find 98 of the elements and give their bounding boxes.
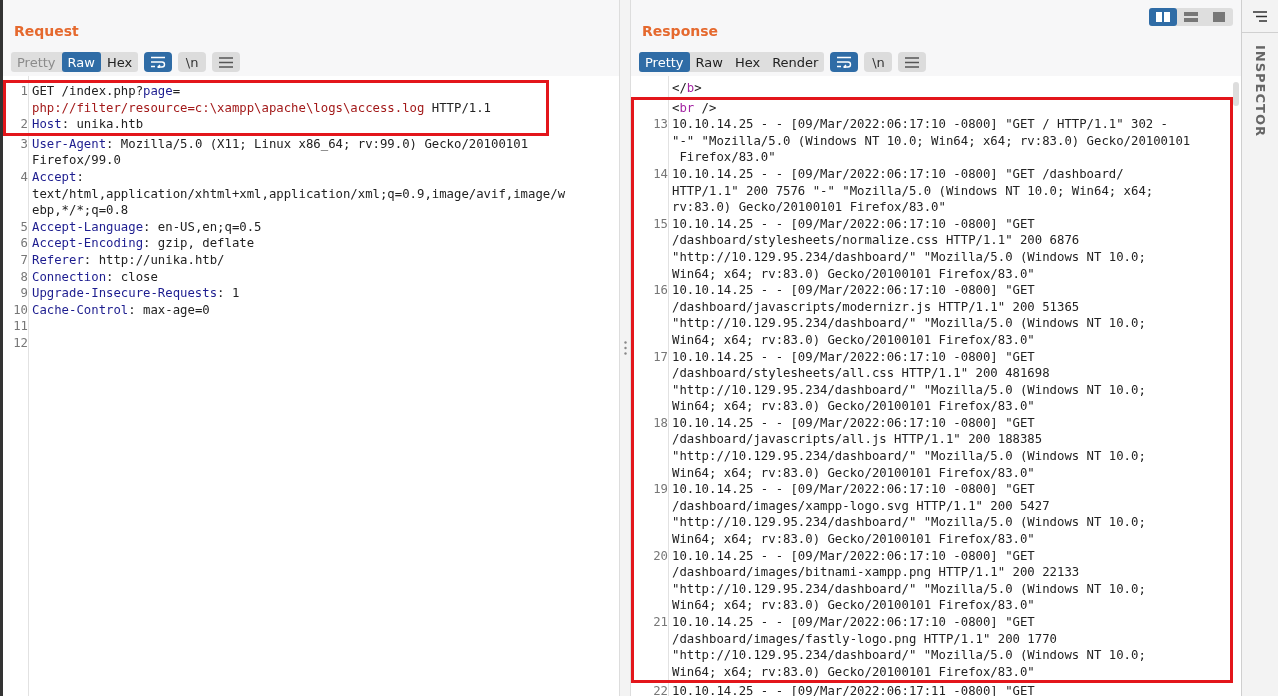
line-number: 3 [19,135,29,153]
view-tab[interactable]: Raw [61,52,101,72]
line-number: 1 [19,83,29,100]
code-line: Firefox/99.0 [31,152,121,169]
code-line: "http://10.129.95.234/dashboard/" "Mozilla/5.0 (Windows NT 10.0; [671,381,1146,399]
code-line: Cache-Control: max-age=0 [31,301,210,319]
layout-button[interactable] [1149,8,1177,26]
line-number: 20 [652,547,669,565]
code-line: Referer: http://unika.htb/ [31,251,225,269]
code-line: Win64; x64; rv:83.0) Gecko/20100101 Firefox/83.0" [671,531,1035,548]
code-line: 10.10.14.25 - - [09/Mar/2022:06:17:10 -0800] "GET [671,614,1035,631]
panel-title: Response [641,23,719,39]
code-line: /dashboard/images/bitnami-xampp.png HTTP/1.1" 200 22133 [671,564,1080,581]
line-number: 2 [19,116,29,133]
menu-button[interactable] [212,52,241,72]
drag-handle-icon[interactable] [623,341,627,355]
code-line: <br /> [671,99,717,117]
line-number: 6 [19,235,29,252]
panel-title: Request [13,23,79,39]
code-line: Firefox/83.0" [678,149,776,166]
menu-icon[interactable] [1253,10,1267,22]
line-number: 10 [12,301,29,319]
view-tab[interactable]: Hex [100,52,139,72]
wrap-button[interactable] [144,52,173,72]
line-number: 21 [652,614,669,631]
code-line: </b> [671,80,702,97]
code-line: "-" "Mozilla/5.0 (Windows NT 10.0; Win64; x64; rv:83.0) Gecko/20100101 [671,132,1191,150]
code-line: GET /index.php?page= [31,83,181,100]
code-line: /dashboard/javascripts/all.js HTTP/1.1" 200 188385 [671,431,1043,449]
code-line: Win64; x64; rv:83.0) Gecko/20100101 Firefox/83.0" [671,331,1035,349]
code-line: 10.10.14.25 - - [09/Mar/2022:06:17:10 -0800] "GET [671,547,1035,565]
code-line: User-Agent: Mozilla/5.0 (X11; Linux x86_64; rv:99.0) Gecko/20100101 [31,135,529,153]
code-line: 10.10.14.25 - - [09/Mar/2022:06:17:10 -0800] "GET [671,414,1035,432]
view-tab[interactable]: Render [766,52,825,72]
line-number: 12 [12,334,29,352]
code-line: 10.10.14.25 - - [09/Mar/2022:06:17:10 -0800] "GET /dashboard/ [671,165,1124,183]
code-line: Win64; x64; rv:83.0) Gecko/20100101 Firefox/83.0" [671,663,1035,681]
code-line: "http://10.129.95.234/dashboard/" "Mozilla/5.0 (Windows NT 10.0; [671,514,1146,532]
line-number: 13 [652,116,669,133]
code-line: Accept-Language: en-US,en;q=0.5 [31,218,262,236]
inspector-tab[interactable]: INSPECTOR [1252,45,1268,137]
line-number: 18 [652,414,669,432]
code-line: /dashboard/images/xampp-logo.svg HTTP/1.1" 200 5427 [671,497,1050,515]
line-number: 17 [652,348,669,366]
code-line: /dashboard/stylesheets/normalize.css HTTP/1.1" 200 6876 [671,232,1080,249]
code-line: 10.10.14.25 - - [09/Mar/2022:06:17:10 -0800] "GET [671,282,1035,299]
menu-icon [219,56,234,68]
wrap-lines-icon [150,56,167,68]
single-pane-icon [1213,12,1225,22]
code-line: Connection: close [31,268,158,286]
menu-icon [905,56,920,68]
code-line: Upgrade-Insecure-Requests: 1 [31,285,240,302]
code-line: HTTP/1.1" 200 7576 "-" "Mozilla/5.0 (Windows NT 10.0; Win64; x64; [671,182,1154,200]
code-line: "http://10.129.95.234/dashboard/" "Mozilla/5.0 (Windows NT 10.0; [671,448,1146,465]
code-line: "http://10.129.95.234/dashboard/" "Mozilla/5.0 (Windows NT 10.0; [671,315,1146,332]
code-line: text/html,application/xhtml+xml,application/xml;q=0.9,image/avif,image/w [31,185,566,203]
code-line: Win64; x64; rv:83.0) Gecko/20100101 Firefox/83.0" [671,464,1035,482]
code-line: "http://10.129.95.234/dashboard/" "Mozilla/5.0 (Windows NT 10.0; [671,580,1146,598]
code-line: /dashboard/images/fastly-logo.png HTTP/1.1" 200 1770 [671,630,1057,648]
line-number: 5 [19,218,29,236]
code-line: Accept-Encoding: gzip, deflate [31,235,255,252]
newline-button[interactable]: \n [178,52,207,72]
code-line: ebp,*/*;q=0.8 [31,202,129,219]
code-line: /dashboard/stylesheets/all.css HTTP/1.1" 200 481698 [671,365,1050,382]
line-number: 9 [19,285,29,302]
view-tab[interactable]: Hex [728,52,767,72]
code-line: 10.10.14.25 - - [09/Mar/2022:06:17:10 -0800] "GET / HTTP/1.1" 302 - [671,116,1169,133]
scrollbar-thumb[interactable] [1233,82,1239,106]
code-line: 10.10.14.25 - - [09/Mar/2022:06:17:10 -0800] "GET [671,348,1035,366]
wrap-lines-icon [836,56,853,68]
code-line: Win64; x64; rv:83.0) Gecko/20100101 Firefox/83.0" [671,265,1035,283]
newline-button[interactable]: \n [864,52,893,72]
code-line: /dashboard/javascripts/modernizr.js HTTP/1.1" 200 51365 [671,298,1080,316]
code-line: Accept: [31,168,84,186]
code-line: "http://10.129.95.234/dashboard/" "Mozilla/5.0 (Windows NT 10.0; [671,248,1146,266]
line-number: 15 [652,215,669,233]
line-number: 7 [19,251,29,269]
wrap-button[interactable] [830,52,859,72]
code-line: Host: unika.htb [31,116,144,133]
line-number: 22 [652,683,669,696]
code-line: Win64; x64; rv:83.0) Gecko/20100101 Firefox/83.0" [671,597,1035,614]
view-tab[interactable]: Pretty [639,52,690,72]
line-number: 19 [652,481,669,498]
columns-icon [1156,12,1170,22]
line-number: 16 [652,282,669,299]
view-tab[interactable]: Raw [689,52,729,72]
code-line: Win64; x64; rv:83.0) Gecko/20100101 Firefox/83.0" [671,398,1035,415]
menu-button[interactable] [898,52,927,72]
code-line: "http://10.129.95.234/dashboard/" "Mozilla/5.0 (Windows NT 10.0; [671,647,1146,664]
code-line: 10.10.14.25 - - [09/Mar/2022:06:17:10 -0800] "GET [671,481,1035,498]
code-line: 10.10.14.25 - - [09/Mar/2022:06:17:10 -0800] "GET [671,215,1035,233]
line-number: 8 [19,268,29,286]
code-line: rv:83.0) Gecko/20100101 Firefox/83.0" [671,199,946,216]
rows-icon [1184,12,1198,22]
line-number: 14 [652,165,669,183]
code-line: php://filter/resource=c:\xampp\apache\logs\access.log HTTP/1.1 [31,99,492,117]
line-number: 11 [12,318,29,335]
line-number: 4 [19,168,29,186]
